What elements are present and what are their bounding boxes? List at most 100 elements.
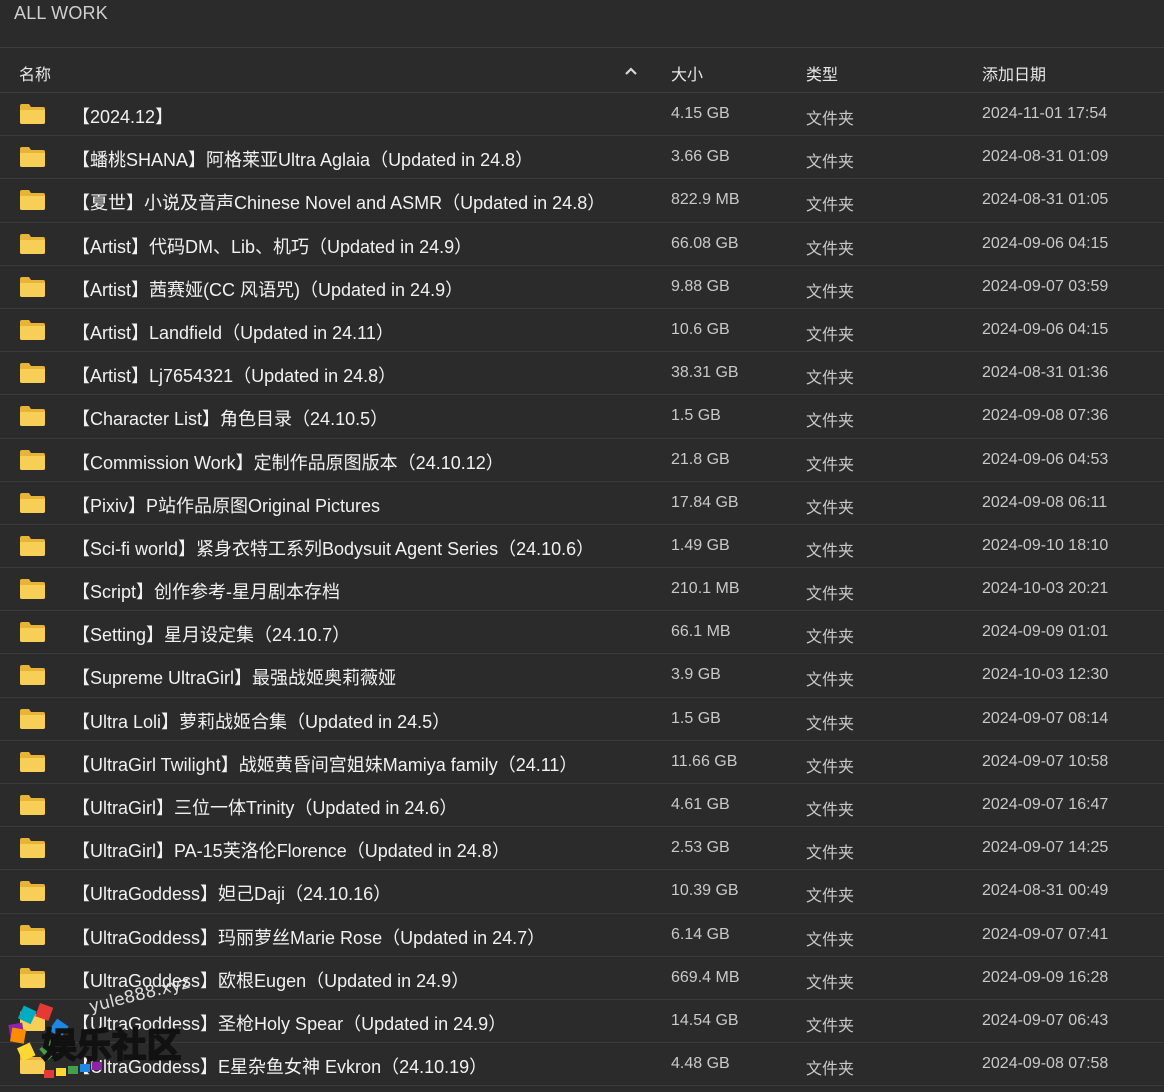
- folder-date: 2024-08-31 01:09: [982, 148, 1109, 166]
- folder-type: 文件夹: [806, 240, 855, 258]
- folder-size: 17.84 GB: [671, 493, 739, 511]
- folder-type: 文件夹: [806, 974, 855, 992]
- folder-size: 10.6 GB: [671, 320, 730, 338]
- folder-name[interactable]: 【Setting】星月设定集（24.10.7）: [72, 621, 350, 647]
- folder-date: 2024-09-07 14:25: [982, 839, 1109, 857]
- folder-name[interactable]: 【Artist】茜赛娅(CC 风语咒)（Updated in 24.9）: [72, 276, 463, 302]
- folder-size: 14.54 GB: [671, 1011, 739, 1029]
- table-row[interactable]: 【UltraGirl Twilight】战姬黄昏间宫姐妹Mamiya famil…: [0, 741, 1164, 784]
- folder-name[interactable]: 【Artist】代码DM、Lib、机巧（Updated in 24.9）: [72, 233, 472, 259]
- folder-name[interactable]: 【UltraGirl】三位一体Trinity（Updated in 24.6）: [72, 794, 457, 820]
- folder-size: 10.39 GB: [671, 882, 739, 900]
- folder-type: 文件夹: [806, 888, 855, 906]
- folder-type: 文件夹: [806, 413, 855, 431]
- folder-size: 669.4 MB: [671, 968, 740, 986]
- folder-type: 文件夹: [806, 586, 855, 604]
- column-header-date[interactable]: 添加日期: [982, 61, 1046, 85]
- folder-date: 2024-09-06 04:15: [982, 234, 1109, 252]
- table-row[interactable]: 【Artist】Landfield（Updated in 24.11） 10.6 …: [0, 309, 1164, 353]
- folder-size: 9.88 GB: [671, 277, 730, 295]
- column-header-type[interactable]: 类型: [806, 61, 838, 85]
- column-header-row: 名称 大小 类型 添加日期: [0, 49, 1164, 93]
- folder-name[interactable]: 【Script】创作参考-星月剧本存档: [72, 578, 340, 604]
- folder-name[interactable]: 【Artist】Landfield（Updated in 24.11）: [72, 319, 394, 345]
- folder-icon: [20, 881, 45, 902]
- folder-icon: [20, 622, 45, 643]
- table-row[interactable]: 【Artist】茜赛娅(CC 风语咒)（Updated in 24.9） 9.88…: [0, 266, 1164, 309]
- folder-name[interactable]: 【Sci-fi world】紧身衣特工系列Bodysuit Agent Seri…: [72, 535, 594, 561]
- folder-type: 文件夹: [806, 111, 855, 128]
- table-row[interactable]: 【Artist】代码DM、Lib、机巧（Updated in 24.9） 66.0…: [0, 223, 1164, 266]
- folder-icon: [20, 535, 45, 556]
- folder-name[interactable]: 【夏世】小说及音声Chinese Novel and ASMR（Updated …: [72, 189, 605, 215]
- table-row[interactable]: 【Setting】星月设定集（24.10.7） 66.1 MB 文件夹 2024-09…: [0, 611, 1164, 655]
- folder-size: 210.1 MB: [671, 580, 740, 598]
- folder-name[interactable]: 【Supreme UltraGirl】最强战姬奥莉薇娅: [72, 664, 396, 690]
- sort-ascending-icon[interactable]: [624, 66, 638, 76]
- folder-type: 文件夹: [806, 283, 855, 301]
- folder-name[interactable]: 【UltraGoddess】妲己Daji（24.10.16）: [72, 880, 391, 906]
- table-row[interactable]: 【UltraGoddess】玛丽萝丝Marie Rose（Updated in …: [0, 914, 1164, 957]
- folder-date: 2024-10-03 20:21: [982, 580, 1109, 598]
- folder-size: 1.5 GB: [671, 407, 721, 425]
- folder-icon: [20, 363, 45, 384]
- folder-name[interactable]: 【UltraGoddess】玛丽萝丝Marie Rose（Updated in …: [72, 924, 545, 950]
- folder-date: 2024-09-09 01:01: [982, 623, 1109, 641]
- table-row[interactable]: 【夏世】小说及音声Chinese Novel and ASMR（Updated …: [0, 179, 1164, 223]
- folder-name[interactable]: 【Pixiv】P站作品原图Original Pictures: [72, 492, 380, 518]
- folder-date: 2024-08-31 01:05: [982, 191, 1109, 209]
- table-row[interactable]: 【蟠桃SHANA】阿格莱亚Ultra Aglaia（Updated in 24.…: [0, 136, 1164, 180]
- folder-icon: [20, 104, 45, 124]
- folder-name[interactable]: 【蟠桃SHANA】阿格莱亚Ultra Aglaia（Updated in 24.…: [72, 146, 533, 172]
- table-row[interactable]: 【Ultra Loli】萝莉战姬合集（Updated in 24.5） 1.5 G…: [0, 698, 1164, 741]
- folder-name[interactable]: 【Artist】Lj7654321（Updated in 24.8）: [72, 362, 396, 388]
- table-row[interactable]: 【Character List】角色目录（24.10.5） 1.5 GB 文件夹 20…: [0, 395, 1164, 439]
- table-row[interactable]: 【UltraGoddess】妲己Daji（24.10.16） 10.39 GB 文件…: [0, 870, 1164, 914]
- folder-icon: [20, 147, 45, 168]
- table-row[interactable]: 【2024.12】 4.15 GB 文件夹 2024-11-01 17:54: [0, 93, 1164, 137]
- folder-name[interactable]: 【Commission Work】定制作品原图版本（24.10.12）: [72, 449, 504, 475]
- page-title: ALL WORK: [14, 3, 108, 23]
- folder-name[interactable]: 【Character List】角色目录（24.10.5）: [72, 405, 388, 431]
- watermark-cn: 娱乐社区: [41, 1025, 182, 1067]
- folder-type: 文件夹: [806, 542, 855, 560]
- folder-name[interactable]: 【Ultra Loli】萝莉战姬合集（Updated in 24.5）: [72, 708, 450, 734]
- folder-name[interactable]: 【2024.12】: [72, 103, 173, 129]
- folder-type: 文件夹: [806, 758, 855, 776]
- folder-name[interactable]: 【UltraGirl】PA-15芙洛伦Florence（Updated in 2…: [72, 837, 510, 863]
- folder-size: 1.5 GB: [671, 709, 721, 727]
- folder-type: 文件夹: [806, 715, 855, 733]
- folder-icon: [20, 492, 45, 513]
- table-row[interactable]: 【Sci-fi world】紧身衣特工系列Bodysuit Agent Seri…: [0, 525, 1164, 569]
- table-row[interactable]: 【Artist】Lj7654321（Updated in 24.8） 38.31 …: [0, 352, 1164, 396]
- folder-icon: [20, 406, 45, 427]
- folder-icon: [20, 579, 45, 600]
- table-row[interactable]: 【Pixiv】P站作品原图Original Pictures 17.84 GB 文件…: [0, 482, 1164, 525]
- folder-size: 1.49 GB: [671, 536, 730, 554]
- folder-size: 3.9 GB: [671, 666, 721, 684]
- folder-type: 文件夹: [806, 672, 855, 690]
- folder-size: 4.48 GB: [671, 1055, 730, 1073]
- table-row[interactable]: 【Commission Work】定制作品原图版本（24.10.12） 21.8 …: [0, 439, 1164, 482]
- folder-size: 21.8 GB: [671, 450, 730, 468]
- folder-date: 2024-09-09 16:28: [982, 968, 1109, 986]
- folder-date: 2024-09-07 06:43: [982, 1011, 1109, 1029]
- table-row[interactable]: 【Script】创作参考-星月剧本存档 210.1 MB 文件夹 2024-10-03…: [0, 568, 1164, 612]
- folder-date: 2024-09-08 07:58: [982, 1055, 1109, 1073]
- folder-icon: [20, 449, 45, 470]
- folder-type: 文件夹: [806, 456, 855, 474]
- folder-icon: [20, 190, 45, 211]
- folder-type: 文件夹: [806, 154, 855, 172]
- column-header-size[interactable]: 大小: [671, 61, 703, 85]
- table-row[interactable]: 【UltraGirl】PA-15芙洛伦Florence（Updated in 2…: [0, 827, 1164, 871]
- folder-size: 4.15 GB: [671, 105, 730, 122]
- table-row[interactable]: 【UltraGirl】三位一体Trinity（Updated in 24.6） 4…: [0, 784, 1164, 828]
- folder-date: 2024-09-06 04:15: [982, 320, 1109, 338]
- folder-icon: [20, 233, 45, 254]
- column-header-name[interactable]: 名称: [19, 61, 51, 85]
- folder-icon: [20, 967, 45, 988]
- folder-date: 2024-09-07 10:58: [982, 752, 1109, 770]
- table-row[interactable]: 【Supreme UltraGirl】最强战姬奥莉薇娅 3.9 GB 文件夹 2024…: [0, 654, 1164, 698]
- folder-size: 2.53 GB: [671, 839, 730, 857]
- folder-name[interactable]: 【UltraGirl Twilight】战姬黄昏间宫姐妹Mamiya famil…: [72, 751, 577, 777]
